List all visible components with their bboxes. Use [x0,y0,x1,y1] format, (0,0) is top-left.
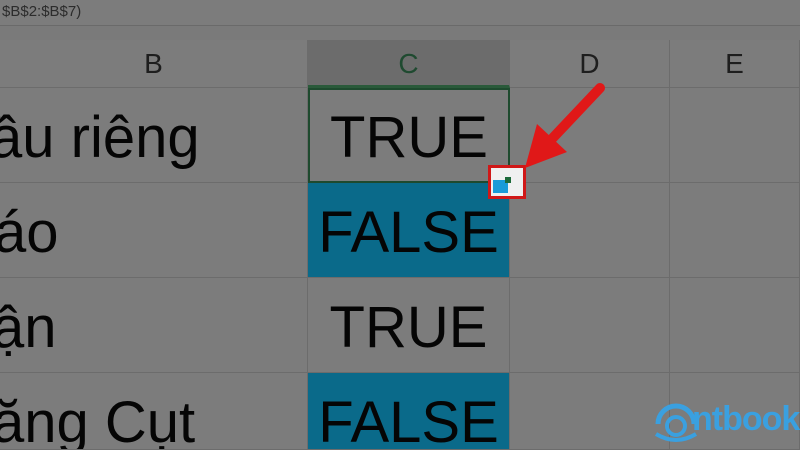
column-header-c[interactable]: C [308,40,510,88]
column-header-e[interactable]: E [670,40,800,88]
cell-text: FALSE [318,390,499,450]
cell-d2[interactable] [510,183,670,278]
cell-text: ầu riêng [0,105,200,170]
cell-c1[interactable]: TRUE [308,88,510,183]
column-header-label: D [579,48,600,79]
toolbar-gap [0,26,800,40]
cell-c4[interactable]: FALSE [308,373,510,450]
cell-b1[interactable]: ầu riêng [0,88,308,183]
cell-c3[interactable]: TRUE [308,278,510,373]
cell-text: TRUE [330,105,488,170]
cell-b2[interactable]: áo [0,183,308,278]
cell-text: ăng Cụt [0,390,196,450]
brand-logo-text: ntbook [692,400,800,438]
cell-text: FALSE [318,200,499,265]
brand-logo: ntbook [652,398,800,444]
cell-d3[interactable] [510,278,670,373]
fill-handle-square[interactable] [505,177,511,183]
cell-e3[interactable] [670,278,800,373]
column-header-label: B [144,48,163,79]
cell-e1[interactable] [670,88,800,183]
column-header-b[interactable]: B [0,40,308,88]
cell-b3[interactable]: ận [0,278,308,373]
annotation-arrow-icon [525,83,605,168]
column-header-label: E [725,48,744,79]
formula-bar[interactable]: $B$2:$B$7) [0,0,800,26]
cell-text: TRUE [329,295,488,360]
cell-d4[interactable] [510,373,670,450]
column-header-label: C [398,48,419,79]
cell-b4[interactable]: ăng Cụt [0,373,308,450]
formula-text: $B$2:$B$7) [2,3,82,20]
cell-text: ận [0,295,57,360]
cell-text: áo [0,200,59,265]
cell-e2[interactable] [670,183,800,278]
cell-c2[interactable]: FALSE [308,183,510,278]
